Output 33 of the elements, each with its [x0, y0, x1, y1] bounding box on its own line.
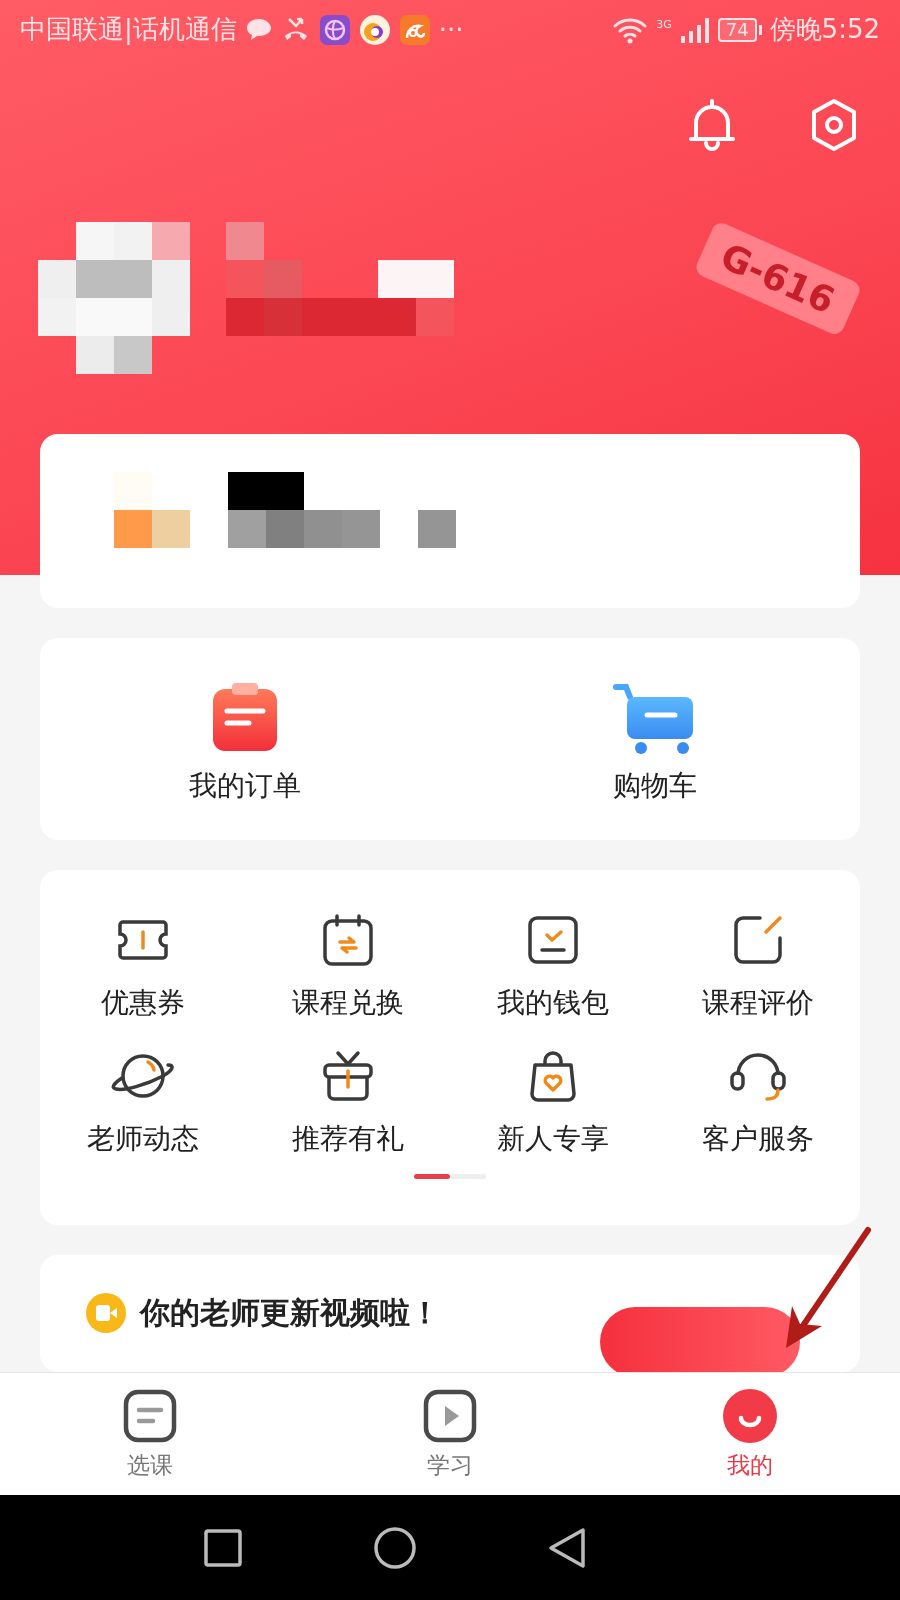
service-item[interactable]: 老师动态	[40, 1047, 245, 1158]
home-icon[interactable]	[373, 1525, 417, 1570]
service-item[interactable]: 课程兑换	[245, 911, 450, 1022]
bell-icon[interactable]	[686, 96, 738, 153]
recents-icon[interactable]	[203, 1527, 243, 1568]
squirrel-app-icon	[398, 13, 431, 46]
service-item[interactable]: 客户服务	[655, 1047, 860, 1158]
video-icon	[86, 1293, 126, 1334]
promo-title: 你的老师更新视频啦！	[140, 1294, 440, 1333]
network-type: 3G	[656, 18, 672, 31]
signal-icon	[679, 15, 710, 44]
fruit-app-icon	[358, 13, 391, 46]
quick-link[interactable]: 购物车	[450, 681, 860, 805]
quick-link[interactable]: 我的订单	[40, 681, 450, 805]
tab[interactable]: 选课	[0, 1373, 300, 1495]
play-icon[interactable]	[422, 1387, 478, 1444]
service-item[interactable]: 课程评价	[655, 911, 860, 1022]
globe-app-icon	[318, 13, 351, 46]
service-item[interactable]: 优惠券	[40, 911, 245, 1022]
member-card[interactable]	[40, 433, 860, 609]
smile-icon[interactable]	[722, 1387, 778, 1444]
tab[interactable]: 学习	[300, 1373, 600, 1495]
battery-level: 74	[717, 17, 757, 42]
clock-time: 傍晚5:52	[769, 13, 880, 47]
service-item[interactable]: 推荐有礼	[245, 1047, 450, 1158]
tab[interactable]: 我的	[600, 1373, 900, 1495]
list-icon[interactable]	[122, 1387, 178, 1444]
carrier-text: 中国联通|话机通信	[20, 13, 237, 47]
service-item[interactable]: 我的钱包	[450, 911, 655, 1022]
more-notifications: ···	[438, 14, 464, 45]
chat-bubble-icon	[244, 16, 273, 43]
back-icon[interactable]	[547, 1525, 587, 1570]
service-item[interactable]: 新人专享	[450, 1047, 655, 1158]
